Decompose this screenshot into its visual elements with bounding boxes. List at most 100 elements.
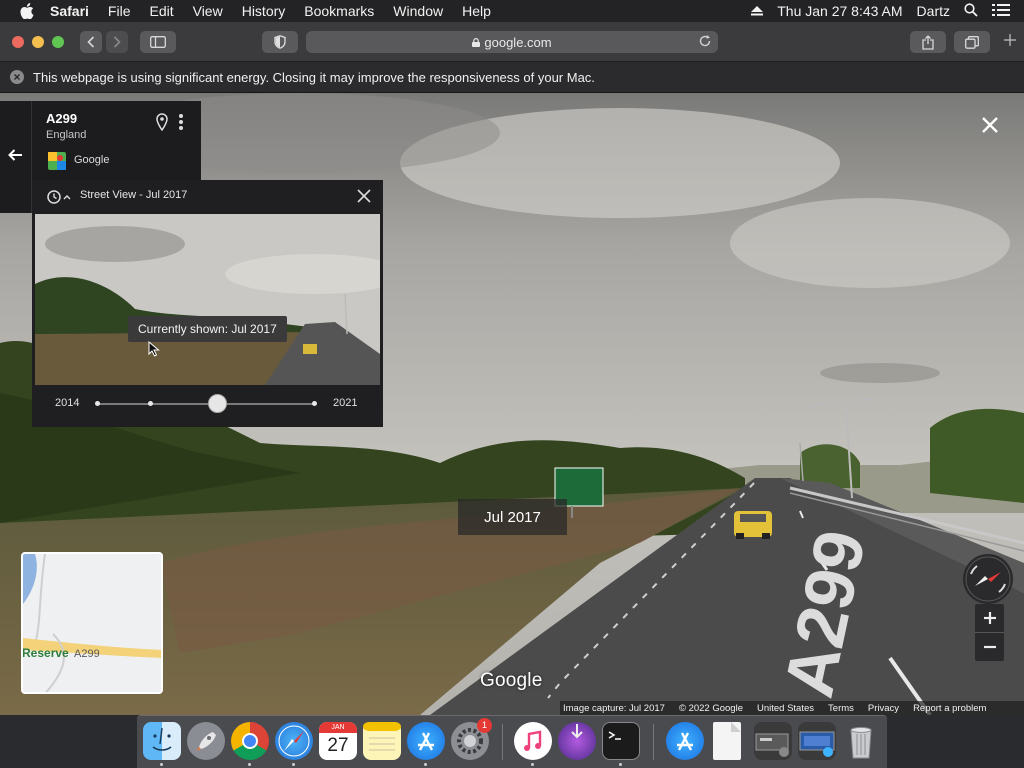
terminal-icon[interactable] (602, 722, 640, 760)
chevron-right-icon (113, 36, 121, 48)
dock-separator (653, 724, 654, 760)
notes-icon[interactable] (363, 722, 401, 760)
music-icon[interactable] (514, 722, 552, 760)
compass-icon (965, 556, 1011, 602)
plus-icon (983, 612, 996, 624)
eject-icon[interactable] (751, 3, 764, 19)
menu-history[interactable]: History (242, 0, 286, 22)
minimap[interactable]: Reserve A299 (21, 552, 163, 694)
download-arrow-icon (571, 724, 583, 739)
minus-icon (983, 645, 996, 649)
screenshots-folder-icon[interactable] (754, 722, 792, 760)
launchpad-icon[interactable] (187, 722, 225, 760)
energy-warning-banner: This webpage is using significant energy… (0, 62, 1024, 93)
back-button[interactable] (80, 31, 102, 53)
provider-label: Google (74, 154, 110, 166)
menu-view[interactable]: View (193, 0, 223, 22)
timeline-slider-handle[interactable] (208, 394, 227, 413)
downloads-icon[interactable] (558, 722, 596, 760)
tab-overview-button[interactable] (954, 31, 990, 53)
app-store-folder-icon[interactable] (666, 722, 704, 760)
spotlight-search-icon[interactable] (964, 2, 978, 20)
terminal-prompt-icon (608, 731, 621, 740)
map-pin-icon[interactable] (156, 113, 168, 131)
app-store-icon[interactable] (407, 722, 445, 760)
zoom-controls (975, 604, 1004, 661)
dock-separator (502, 724, 503, 760)
compass-button[interactable] (963, 554, 1013, 604)
region-link[interactable]: United States (757, 703, 814, 714)
street-view-panorama[interactable]: A299 A299 England Google Street View - J… (0, 93, 1024, 715)
back-to-map-button[interactable] (0, 101, 32, 213)
report-problem-link[interactable]: Report a problem (913, 703, 986, 714)
google-logo: Google (480, 670, 543, 691)
menu-app-name[interactable]: Safari (50, 0, 89, 22)
calendar-day: 27 (327, 735, 349, 756)
chrome-center-icon (242, 733, 258, 749)
preview-image (35, 214, 380, 385)
zoom-in-button[interactable] (975, 604, 1004, 632)
finder-icon[interactable] (143, 722, 181, 760)
page-fold-icon (731, 722, 741, 732)
music-note-icon (524, 730, 542, 751)
timeline-tick[interactable] (312, 401, 317, 406)
time-travel-preview[interactable] (35, 214, 380, 385)
close-icon[interactable] (356, 188, 372, 204)
window-zoom-button[interactable] (52, 36, 64, 48)
privacy-report-button[interactable] (262, 31, 298, 53)
menu-help[interactable]: Help (462, 0, 491, 22)
system-preferences-icon[interactable]: 1 (451, 718, 492, 760)
timeline-slider-track[interactable] (98, 403, 316, 405)
sidebar-toggle-button[interactable] (140, 31, 176, 53)
running-indicator (248, 763, 251, 766)
history-clock-icon[interactable] (46, 189, 72, 205)
preview-folder-icon[interactable] (798, 722, 836, 760)
url-text: google.com (484, 34, 552, 50)
dismiss-banner-button[interactable] (10, 70, 24, 84)
control-center-icon[interactable] (992, 3, 1010, 19)
minimap-road-label: A299 (74, 648, 100, 660)
more-options-icon[interactable] (178, 113, 184, 131)
running-indicator (619, 763, 622, 766)
document-icon[interactable] (713, 722, 741, 760)
timeline-tick[interactable] (95, 401, 100, 406)
share-button[interactable] (910, 31, 946, 53)
terms-link[interactable]: Terms (828, 703, 854, 714)
time-travel-title: Street View - Jul 2017 (80, 189, 188, 201)
calendar-month: JAN (319, 722, 357, 733)
menu-edit[interactable]: Edit (149, 0, 173, 22)
finder-face-icon (152, 727, 172, 751)
tabs-icon (965, 35, 979, 49)
sidebar-icon (150, 36, 166, 48)
notification-badge: 1 (477, 718, 492, 733)
trash-icon[interactable] (842, 722, 880, 760)
menu-file[interactable]: File (108, 0, 131, 22)
chrome-icon[interactable] (231, 722, 269, 760)
screen: Safari File Edit View History Bookmarks … (0, 0, 1024, 768)
apple-icon[interactable] (20, 3, 34, 19)
close-street-view-button[interactable] (978, 113, 1002, 137)
menu-bookmarks[interactable]: Bookmarks (304, 0, 374, 22)
safari-toolbar: google.com (0, 22, 1024, 62)
window-minimize-button[interactable] (32, 36, 44, 48)
attribution-footer: Image capture: Jul 2017 © 2022 Google Un… (560, 701, 1024, 715)
privacy-link[interactable]: Privacy (868, 703, 899, 714)
calendar-icon[interactable]: JAN 27 (319, 722, 357, 760)
reload-icon[interactable] (698, 34, 712, 48)
current-date-tooltip: Currently shown: Jul 2017 (128, 316, 287, 342)
notes-lines-icon (363, 722, 401, 751)
minimap-image (23, 554, 161, 692)
menu-clock[interactable]: Thu Jan 27 8:43 AM (777, 3, 902, 19)
plus-icon (1004, 34, 1016, 46)
address-bar[interactable]: google.com (306, 31, 718, 53)
banner-text: This webpage is using significant energy… (33, 69, 595, 85)
safari-icon[interactable] (275, 722, 313, 760)
forward-button[interactable] (106, 31, 128, 53)
running-indicator (292, 763, 295, 766)
timeline-tick[interactable] (148, 401, 153, 406)
window-close-button[interactable] (12, 36, 24, 48)
new-tab-button[interactable] (1004, 30, 1016, 51)
menu-user[interactable]: Dartz (917, 3, 950, 19)
menu-window[interactable]: Window (393, 0, 443, 22)
zoom-out-button[interactable] (975, 633, 1004, 661)
